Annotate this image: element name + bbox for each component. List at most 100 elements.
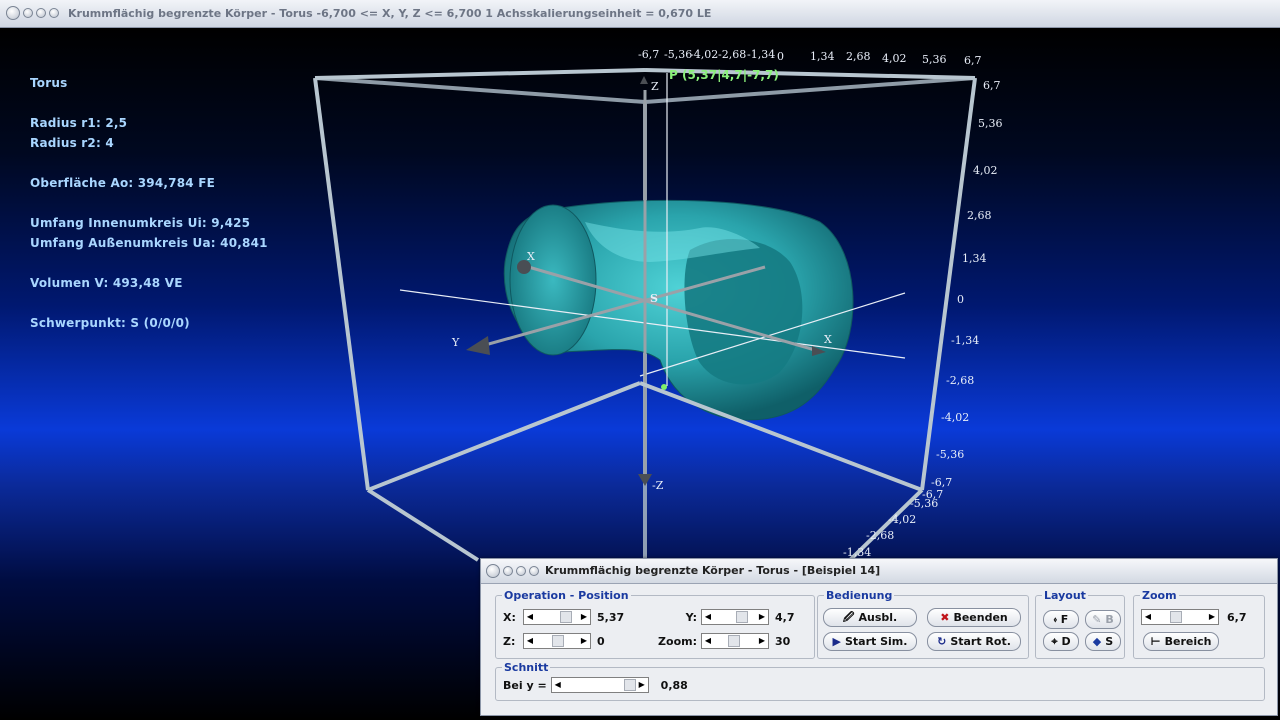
maximize-window-button[interactable] — [36, 8, 46, 18]
range-icon: ⊢ — [1150, 635, 1161, 648]
y-axis-label: Y — [452, 336, 460, 349]
hide-button-label: Ausbl. — [858, 611, 898, 624]
x-axis-label-right: X — [824, 333, 832, 346]
right-tick-label: 2,68 — [967, 209, 992, 222]
fill-icon: ⬫ — [1053, 613, 1057, 626]
right-tick-label: 4,02 — [973, 164, 998, 177]
info-panel: Torus Radius r1: 2,5 Radius r2: 4 Oberfl… — [30, 73, 268, 333]
zoom-value: 30 — [775, 634, 791, 648]
control-minimize-button[interactable] — [503, 566, 513, 576]
cut-y-value: 0,88 — [660, 678, 688, 692]
slider-left-arrow[interactable]: ◀ — [1142, 610, 1154, 624]
group-layout-label: Layout — [1044, 589, 1086, 602]
right-tick-label: 0 — [957, 293, 964, 306]
slider-thumb[interactable] — [736, 611, 748, 623]
slider-left-arrow[interactable]: ◀ — [524, 610, 536, 624]
range-button[interactable]: ⊢ Bereich — [1143, 632, 1219, 651]
pencil-icon: ✎ — [1092, 613, 1102, 626]
exit-button[interactable]: ✖ Beenden — [927, 608, 1021, 627]
slider-thumb[interactable] — [560, 611, 572, 623]
paint-icon: ◆ — [1092, 635, 1102, 648]
layout-fill-label: F — [1060, 613, 1069, 626]
zoom-label: Zoom: — [658, 634, 697, 648]
slider-left-arrow[interactable]: ◀ — [702, 634, 714, 648]
info-radius-r1: Radius r1: 2,5 — [30, 116, 128, 130]
slider-right-arrow[interactable]: ▶ — [578, 610, 590, 624]
x-axis-label-left: X — [527, 250, 535, 263]
slider-thumb[interactable] — [623, 679, 636, 691]
x-position-label: X: — [503, 610, 516, 624]
hide-icon: 🖉 — [842, 611, 855, 624]
z-position-slider[interactable]: ◀ ▶ — [523, 633, 591, 649]
slider-thumb[interactable] — [552, 635, 564, 647]
cut-y-slider[interactable]: ◀ ▶ — [550, 677, 649, 693]
range-zoom-slider[interactable]: ◀ ▶ — [1141, 609, 1219, 625]
right-tick-label: -2,68 — [946, 374, 975, 387]
slider-right-arrow[interactable]: ▶ — [1206, 610, 1218, 624]
close-icon: ✖ — [940, 611, 950, 624]
info-inner-circumference: Umfang Innenumkreis Ui: 9,425 — [30, 216, 251, 230]
slider-thumb[interactable] — [728, 635, 740, 647]
start-simulation-button[interactable]: ▶ Start Sim. — [823, 632, 917, 651]
control-menu-button[interactable] — [529, 566, 539, 576]
top-tick-label: 6,7 — [964, 54, 982, 67]
cut-y-label: Bei y = — [503, 678, 547, 692]
close-window-button[interactable] — [6, 6, 20, 20]
hide-button[interactable]: 🖉 Ausbl. — [823, 608, 917, 627]
x-position-value: 5,37 — [597, 610, 625, 624]
z-position-value: 0 — [597, 634, 605, 648]
control-window-controls — [486, 564, 539, 578]
y-position-slider[interactable]: ◀ ▶ — [701, 609, 769, 625]
group-schnitt-label: Schnitt — [504, 661, 549, 674]
z-position-label: Z: — [503, 634, 516, 648]
x-position-slider[interactable]: ◀ ▶ — [523, 609, 591, 625]
zoom-slider[interactable]: ◀ ▶ — [701, 633, 769, 649]
slider-right-arrow[interactable]: ▶ — [756, 610, 768, 624]
group-operation-position-label: Operation - Position — [504, 589, 629, 602]
bottom-tick-label: -2,68 — [866, 529, 895, 542]
control-window-title: Krummflächig begrenzte Körper - Torus - … — [545, 564, 881, 577]
top-tick-label: 0 — [777, 50, 784, 63]
group-bedienung-label: Bedienung — [826, 589, 893, 602]
bottom-tick-label: -5,36 — [910, 497, 939, 510]
slider-right-arrow[interactable]: ▶ — [578, 634, 590, 648]
slider-left-arrow[interactable]: ◀ — [552, 678, 564, 692]
right-tick-label: 5,36 — [978, 117, 1003, 130]
bottom-tick-label: -4,02 — [888, 513, 917, 526]
slider-right-arrow[interactable]: ▶ — [756, 634, 768, 648]
layout-d-button[interactable]: ⌖ D — [1043, 632, 1079, 651]
point-p-marker — [661, 384, 667, 390]
control-window-title-bar: Krummflächig begrenzte Körper - Torus - … — [481, 559, 1277, 584]
y-position-label: Y: — [685, 610, 697, 624]
control-close-button[interactable] — [486, 564, 500, 578]
slider-left-arrow[interactable]: ◀ — [702, 610, 714, 624]
right-tick-label: -5,36 — [936, 448, 965, 461]
exit-button-label: Beenden — [953, 611, 1008, 624]
info-centroid: Schwerpunkt: S (0/0/0) — [30, 316, 190, 330]
top-tick-label: -4,02 — [690, 48, 719, 61]
info-heading: Torus — [30, 76, 68, 90]
slider-right-arrow[interactable]: ▶ — [636, 678, 648, 692]
top-tick-label: -6,7 — [638, 48, 660, 61]
info-surface: Oberfläche Ao: 394,784 FE — [30, 176, 215, 190]
layout-fill-button[interactable]: ⬫ F — [1043, 610, 1079, 629]
right-tick-label: -1,34 — [951, 334, 980, 347]
window-controls — [6, 6, 59, 20]
layout-s-button[interactable]: ◆ S — [1085, 632, 1121, 651]
window-title: Krummflächig begrenzte Körper - Torus -6… — [68, 7, 712, 20]
top-tick-label: -2,68 — [718, 48, 747, 61]
slider-left-arrow[interactable]: ◀ — [524, 634, 536, 648]
minimize-window-button[interactable] — [23, 8, 33, 18]
window-title-bar: Krummflächig begrenzte Körper - Torus -6… — [0, 0, 1280, 28]
control-maximize-button[interactable] — [516, 566, 526, 576]
slider-thumb[interactable] — [1170, 611, 1182, 623]
start-rotation-button[interactable]: ↻ Start Rot. — [927, 632, 1021, 651]
z-axis-label: Z — [651, 80, 659, 93]
control-window: Krummflächig begrenzte Körper - Torus - … — [480, 558, 1278, 716]
info-volume: Volumen V: 493,48 VE — [30, 276, 183, 290]
layout-d-label: D — [1061, 635, 1071, 648]
layout-b-button[interactable]: ✎ B — [1085, 610, 1121, 629]
window-menu-button[interactable] — [49, 8, 59, 18]
origin-label: S — [650, 292, 658, 305]
range-button-label: Bereich — [1164, 635, 1212, 648]
